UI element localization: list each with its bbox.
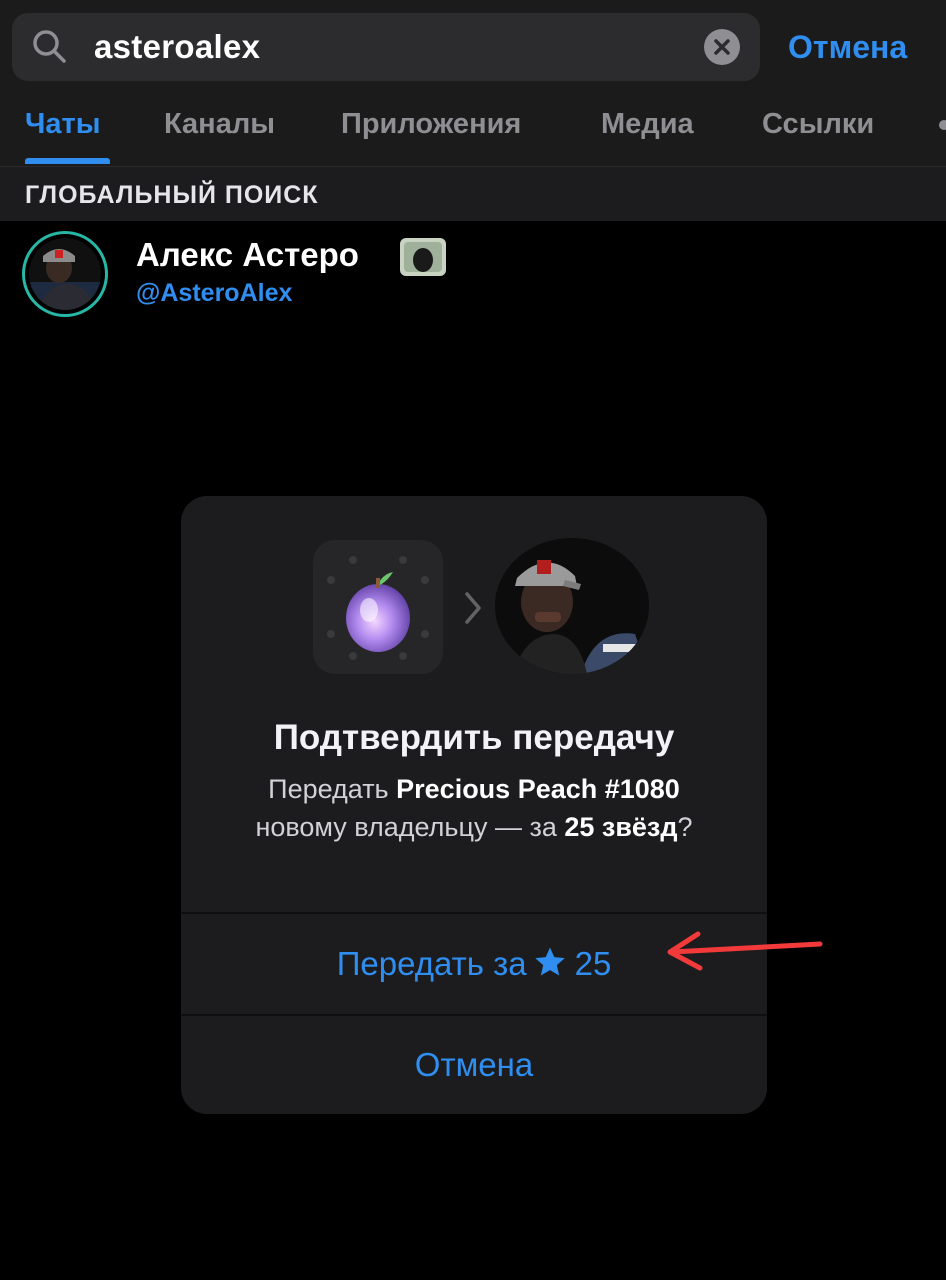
tab-apps[interactable]: Приложения <box>341 106 521 142</box>
tab-channels[interactable]: Каналы <box>164 106 275 142</box>
screen: asteroalex Отмена Чаты Каналы Приложения… <box>0 0 946 1280</box>
emoji-status-icon <box>400 238 446 276</box>
dialog-title: Подтвердить передачу <box>273 718 675 757</box>
cancel-dialog-button[interactable]: Отмена <box>181 1016 767 1114</box>
clear-icon[interactable] <box>704 29 740 65</box>
cancel-search-button[interactable]: Отмена <box>788 26 907 68</box>
result-username: @AsteroAlex <box>136 279 293 307</box>
search-query[interactable]: asteroalex <box>94 27 260 67</box>
avatar <box>22 231 108 317</box>
search-result-item[interactable]: Алекс Астеро @AsteroAlex <box>0 222 946 322</box>
tab-bar: Чаты Каналы Приложения Медиа Ссылки <box>0 96 946 167</box>
recipient-avatar <box>495 538 649 674</box>
tab-links[interactable]: Ссылки <box>762 106 874 142</box>
active-tab-indicator <box>25 158 110 164</box>
peach-gift-icon <box>327 556 429 660</box>
tab-chats[interactable]: Чаты <box>25 106 100 142</box>
chevron-right-icon <box>465 592 481 624</box>
tab-overflow[interactable] <box>939 120 946 130</box>
recipient-avatar-image <box>495 538 649 674</box>
transfer-confirm-dialog: Подтвердить передачу Передать Precious P… <box>181 496 767 1114</box>
dialog-gift-name: Precious Peach #1080 <box>396 774 680 804</box>
dialog-price: 25 звёзд <box>564 812 678 842</box>
confirm-button-amount: 25 <box>574 945 612 982</box>
dialog-text-prefix: Передать <box>268 774 397 804</box>
dialog-message: Передать Precious Peach #1080 новому влад… <box>201 770 747 846</box>
search-input[interactable]: asteroalex <box>12 13 760 81</box>
avatar-image <box>29 238 101 310</box>
tab-media[interactable]: Медиа <box>601 106 694 142</box>
star-icon <box>534 947 565 976</box>
search-bar: asteroalex Отмена <box>0 0 946 96</box>
annotation-arrow-icon <box>667 931 823 971</box>
confirm-button-label: Передать за <box>336 945 527 982</box>
dialog-text-suffix: ? <box>677 812 693 842</box>
gift-preview <box>313 540 443 674</box>
result-name: Алекс Астеро <box>136 236 359 273</box>
search-icon <box>33 30 66 63</box>
dialog-text-middle: новому владельцу — за <box>255 812 565 842</box>
section-header: ГЛОБАЛЬНЫЙ ПОИСК <box>0 167 946 221</box>
section-title: ГЛОБАЛЬНЫЙ ПОИСК <box>25 181 319 209</box>
